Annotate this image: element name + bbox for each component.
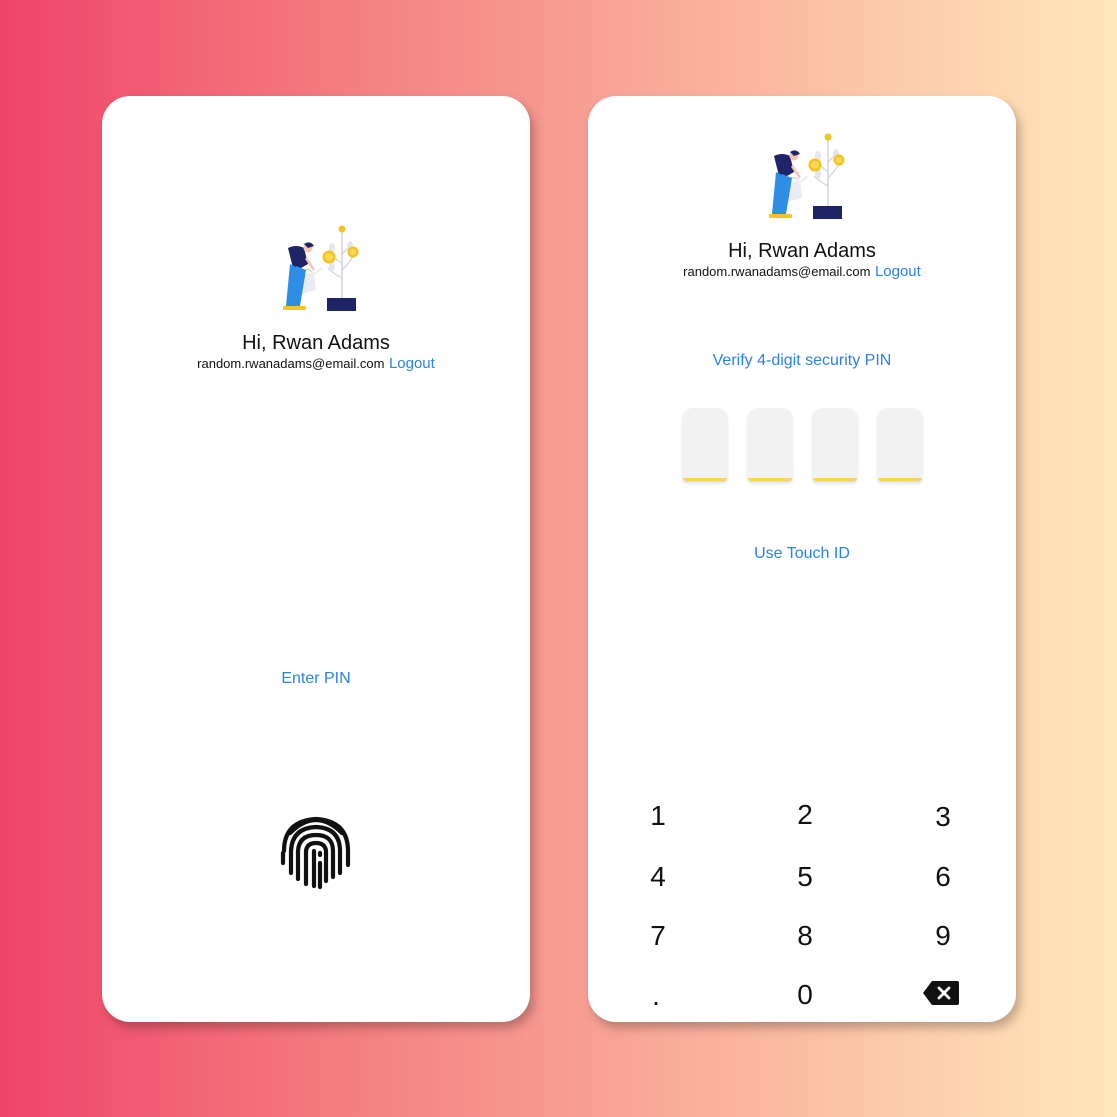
email-text: random.rwanadams@email.com: [683, 264, 871, 279]
touch-id-screen: Hi, Rwan Adams random.rwanadams@email.co…: [102, 96, 530, 1022]
keypad-key-3[interactable]: 3: [913, 801, 973, 833]
enter-pin-link[interactable]: Enter PIN: [102, 670, 530, 688]
backspace-icon[interactable]: [922, 980, 960, 1006]
account-row: random.rwanadams@email.com Logout: [102, 355, 530, 373]
fingerprint-icon[interactable]: [276, 811, 356, 891]
keypad-key-4[interactable]: 4: [628, 861, 688, 893]
email-text: random.rwanadams@email.com: [197, 356, 385, 371]
keypad-key-dot[interactable]: .: [626, 980, 686, 1012]
keypad-key-8[interactable]: 8: [775, 920, 835, 952]
keypad-key-1[interactable]: 1: [628, 800, 688, 832]
pin-digit-box-4[interactable]: [878, 408, 922, 481]
pin-digit-box-3[interactable]: [813, 408, 857, 481]
pin-digit-box-1[interactable]: [683, 408, 727, 481]
keypad-key-7[interactable]: 7: [628, 920, 688, 952]
logout-link[interactable]: Logout: [875, 263, 921, 280]
greeting-text: Hi, Rwan Adams: [728, 240, 876, 262]
keypad-key-6[interactable]: 6: [913, 861, 973, 893]
pin-entry-screen: Hi, Rwan Adams random.rwanadams@email.co…: [588, 96, 1016, 1022]
pin-digit-box-2[interactable]: [748, 408, 792, 481]
verify-pin-label: Verify 4-digit security PIN: [712, 352, 892, 369]
account-row: random.rwanadams@email.com Logout: [588, 263, 1016, 281]
keypad-key-2[interactable]: 2: [775, 799, 835, 831]
plant-watering-illustration: [281, 224, 360, 313]
plant-watering-illustration: [767, 132, 846, 221]
keypad-key-0[interactable]: 0: [775, 979, 835, 1011]
keypad-key-5[interactable]: 5: [775, 861, 835, 893]
greeting-text: Hi, Rwan Adams: [242, 332, 390, 354]
logout-link[interactable]: Logout: [389, 355, 435, 372]
use-touch-id-link[interactable]: Use Touch ID: [588, 545, 1016, 563]
keypad-key-9[interactable]: 9: [913, 920, 973, 952]
